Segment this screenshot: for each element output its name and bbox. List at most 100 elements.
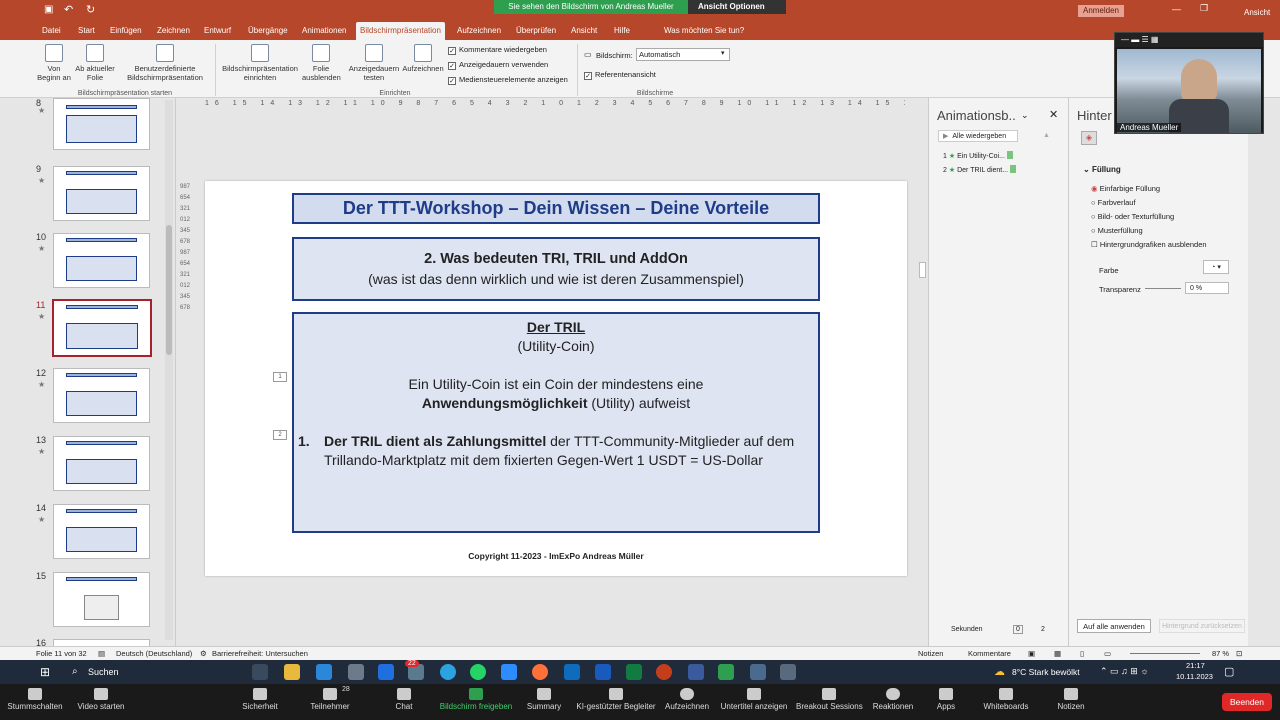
tray-icons[interactable]: ⌃ ▭ ♫ ⊞ ☼ [1100,666,1149,677]
chevron-down-icon[interactable]: ⌄ [1021,110,1029,121]
undo-icon[interactable]: ↶ [64,3,73,16]
clock-date[interactable]: 10.11.2023 [1176,672,1213,681]
outlook-icon[interactable] [564,664,580,680]
slide-canvas[interactable]: Der TTT-Workshop – Dein Wissen – Deine V… [205,181,907,576]
anim-list-item[interactable]: 1 ★ Ein Utility-Coi... [943,151,1013,160]
tab-animationen[interactable]: Animationen [298,22,350,40]
whatsapp-icon[interactable] [470,664,486,680]
minimize-icon[interactable]: — [1172,4,1181,14]
from-current-button[interactable]: Ab aktueller Folie [74,44,116,82]
move-up-icon[interactable]: ▲ [1043,132,1050,139]
comments-button[interactable]: Kommentare [968,647,1011,660]
close-icon[interactable]: ✕ [1049,108,1058,121]
chk-media[interactable]: ✓ Mediensteuerelemente anzeigen [448,75,568,85]
share-screen-button[interactable]: Bildschirm freigeben [436,688,516,711]
app-icon[interactable] [750,664,766,680]
whiteboards-button[interactable]: Whiteboards [982,688,1030,711]
firefox-icon[interactable] [532,664,548,680]
chat-button[interactable]: Chat [390,688,418,711]
language-label[interactable]: Deutsch (Deutschland) [116,647,192,660]
taskview-icon[interactable] [252,664,268,680]
sign-in-button[interactable]: Anmelden [1078,5,1124,17]
setup-show-button[interactable]: Bildschirmpräsentation einrichten [218,44,302,82]
section-fill-header[interactable]: ⌄ Füllung [1083,165,1121,174]
zoom-level[interactable]: 87 % [1212,647,1229,660]
chk-hide-bg-graphics[interactable]: ☐ Hintergrundgrafiken ausblenden [1091,240,1207,249]
app-icon[interactable] [348,664,364,680]
reactions-button[interactable]: Reaktionen [872,688,914,711]
participant-video[interactable]: — ▬ ☰ ▦ Andreas Mueller [1114,32,1264,134]
spellcheck-icon[interactable]: ▤ [98,647,105,660]
mute-button[interactable]: Stummschalten [6,688,64,711]
captions-button[interactable]: Untertitel anzeigen [718,688,790,711]
anim-list-item[interactable]: 2 ★ Der TRIL dient... [943,165,1017,174]
slide-subtitle-box[interactable]: 2. Was bedeuten TRI, TRIL und AddOn (was… [292,237,820,301]
explorer-icon[interactable] [284,664,300,680]
telegram-icon[interactable] [440,664,456,680]
tab-entwurf[interactable]: Entwurf [200,22,235,40]
custom-show-button[interactable]: Benutzerdefinierte Bildschirmpräsentatio… [118,44,212,82]
excel-icon[interactable] [626,664,642,680]
radio-gradient-fill[interactable]: ○ Farbverlauf [1091,198,1136,207]
zoom-icon[interactable] [501,664,517,680]
tab-bildschirmpraesentation[interactable]: Bildschirmpräsentation [356,22,445,40]
notifications-icon[interactable]: ▢ [1224,665,1234,678]
powerpoint-icon[interactable] [656,664,672,680]
clock-time[interactable]: 21:17 [1186,661,1205,670]
rehearse-timings-button[interactable]: Anzeigedauern testen [346,44,402,82]
tab-aufzeichnen[interactable]: Aufzeichnen [453,22,505,40]
app-icon[interactable] [780,664,796,680]
chk-presenter-view[interactable]: ✓ Referentenansicht [584,70,656,80]
thumb-slide[interactable] [53,98,150,150]
security-button[interactable]: Sicherheit [240,688,280,711]
hide-slide-button[interactable]: Folie ausblenden [302,44,341,82]
record-button[interactable]: Aufzeichnen [400,44,446,73]
apps-button[interactable]: Apps [932,688,960,711]
zoom-slider[interactable] [1130,653,1200,654]
thumb-slide-selected[interactable] [52,299,152,357]
taskbar-search[interactable]: Suchen [88,667,119,677]
notes-button[interactable]: Notizen [1054,688,1088,711]
thumb-slide[interactable] [53,504,150,559]
slide-content-box[interactable]: Der TRIL (Utility-Coin) Ein Utility-Coin… [292,312,820,533]
end-meeting-button[interactable]: Beenden [1222,693,1272,711]
reset-background-button[interactable]: Hintergrund zurücksetzen [1159,619,1245,633]
fit-slide-icon[interactable]: ⊡ [1236,647,1242,660]
apply-all-button[interactable]: Auf alle anwenden [1077,619,1151,633]
notes-button[interactable]: Notizen [918,647,943,660]
thumb-slide[interactable] [53,639,150,646]
summary-button[interactable]: Summary [524,688,564,711]
chk-timings[interactable]: ✓ Anzeigedauern verwenden [448,60,548,70]
word-icon[interactable] [595,664,611,680]
radio-picture-fill[interactable]: ○ Bild- oder Texturfüllung [1091,212,1174,221]
thumbnail-scrollbar[interactable] [165,100,173,640]
ai-companion-button[interactable]: KI-gestützter Begleiter [574,688,658,711]
search-hint[interactable]: Was möchten Sie tun? [660,22,748,40]
thumb-slide[interactable] [53,436,150,491]
breakout-button[interactable]: Breakout Sessions [796,688,863,711]
app-icon[interactable] [688,664,704,680]
accessibility-label[interactable]: Barrierefreiheit: Untersuchen [212,647,308,660]
animation-tag-2[interactable]: 2 [273,430,287,440]
view-label[interactable]: Ansicht [1244,8,1270,17]
app-icon[interactable] [316,664,332,680]
tab-ueberpruefen[interactable]: Überprüfen [512,22,560,40]
radio-pattern-fill[interactable]: ○ Musterfüllung [1091,226,1143,235]
weather-text[interactable]: 8°C Stark bewölkt [1012,667,1080,677]
tab-ansicht[interactable]: Ansicht [567,22,601,40]
chevron-down-icon[interactable]: ▾ [721,49,725,57]
color-picker-button[interactable]: ◔ ▾ [1203,260,1229,274]
slide-title[interactable]: Der TTT-Workshop – Dein Wissen – Deine V… [292,193,820,224]
restore-icon[interactable]: ❐ [1200,3,1208,14]
normal-view-icon[interactable]: ▣ [1028,647,1035,660]
sorter-view-icon[interactable]: ▦ [1054,647,1061,660]
reading-view-icon[interactable]: ▯ [1080,647,1084,660]
animation-tag-1[interactable]: 1 [273,372,287,382]
screen-select[interactable]: Automatisch [636,48,730,61]
thumb-slide[interactable] [53,233,150,288]
tab-uebergaenge[interactable]: Übergänge [244,22,292,40]
save-icon[interactable]: ▣ [44,4,53,15]
transparency-slider[interactable] [1145,288,1181,289]
thumb-slide[interactable] [53,368,150,423]
tab-start[interactable]: Start [74,22,99,40]
